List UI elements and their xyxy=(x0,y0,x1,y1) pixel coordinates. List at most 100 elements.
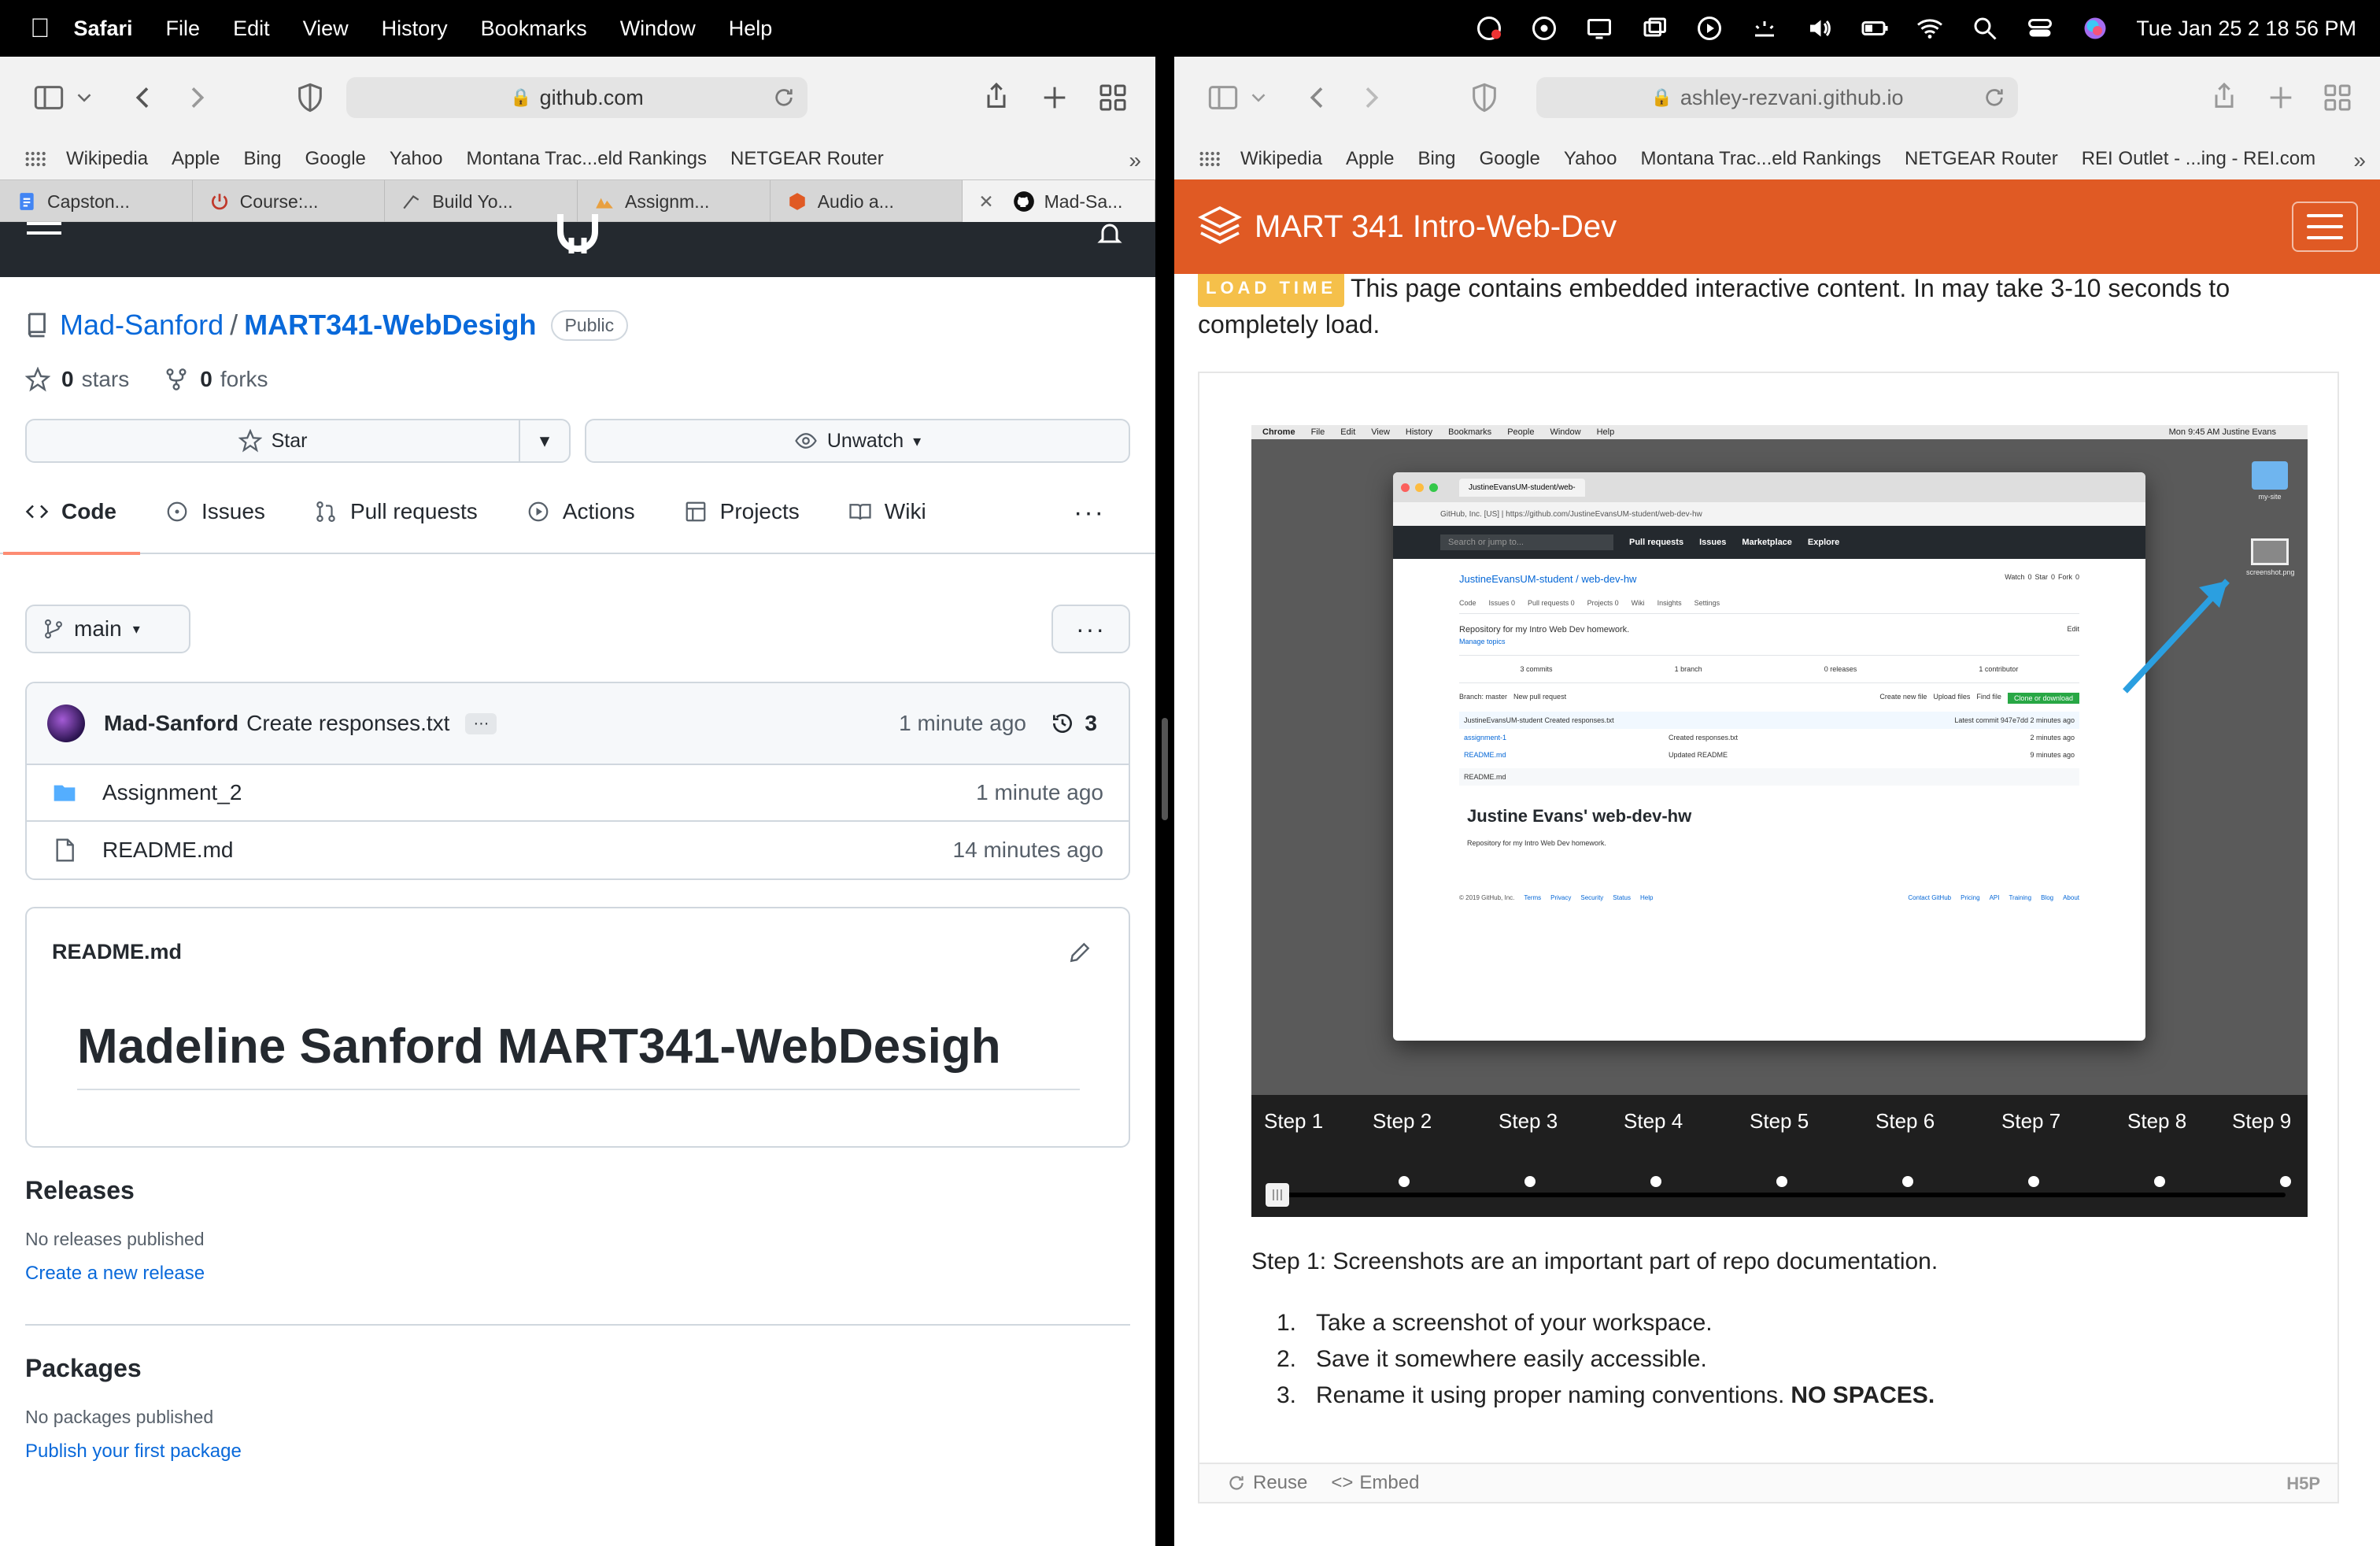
spotlight-search-icon[interactable] xyxy=(1971,14,1999,43)
slider-step-label[interactable]: Step 6 xyxy=(1876,1109,1935,1134)
menu-help[interactable]: Help xyxy=(729,17,773,41)
favorite-link[interactable]: Google xyxy=(305,148,365,170)
tab-overview-icon[interactable] xyxy=(2320,80,2355,115)
file-row[interactable]: Assignment_2 1 minute ago xyxy=(27,765,1129,822)
notifications-bell-icon[interactable] xyxy=(1096,220,1124,249)
file-name[interactable]: README.md xyxy=(102,838,233,863)
forward-icon[interactable] xyxy=(179,80,214,115)
tab-code[interactable]: Code xyxy=(3,470,140,555)
tab-issues[interactable]: Issues xyxy=(165,470,265,553)
star-button[interactable]: Star ▾ xyxy=(25,419,571,463)
favorite-link[interactable]: NETGEAR Router xyxy=(730,148,884,170)
commit-history-link[interactable]: 3 xyxy=(1050,711,1097,736)
favorite-link[interactable]: Yahoo xyxy=(1564,148,1617,170)
close-tab-icon[interactable]: ✕ xyxy=(978,191,993,213)
slider-step-label[interactable]: Step 1 xyxy=(1264,1109,1323,1134)
slider-track[interactable] xyxy=(1272,1193,2286,1197)
favorite-link[interactable]: Yahoo xyxy=(390,148,443,170)
releases-title[interactable]: Releases xyxy=(25,1176,1130,1205)
tab-wiki[interactable]: Wiki xyxy=(848,470,926,553)
file-name[interactable]: Assignment_2 xyxy=(102,780,242,805)
display-icon[interactable] xyxy=(1585,14,1613,43)
battery-icon[interactable] xyxy=(1861,14,1889,43)
slider-step-dot[interactable] xyxy=(1524,1176,1536,1187)
commit-message[interactable]: Create responses.txt xyxy=(246,711,449,736)
new-tab-icon[interactable] xyxy=(2264,80,2298,115)
favorite-link[interactable]: Wikipedia xyxy=(1240,148,1322,170)
privacy-shield-icon[interactable] xyxy=(1467,80,1502,115)
favorite-link[interactable]: Apple xyxy=(1346,148,1394,170)
browser-tab[interactable]: Course:... xyxy=(193,180,386,223)
stack-logo-icon[interactable] xyxy=(1196,203,1244,250)
forward-icon[interactable] xyxy=(1354,80,1388,115)
wifi-icon[interactable] xyxy=(1916,14,1944,43)
site-menu-button[interactable] xyxy=(2292,202,2358,252)
commit-expand-button[interactable]: ··· xyxy=(465,712,497,734)
back-icon[interactable] xyxy=(126,80,161,115)
favorite-link[interactable]: NETGEAR Router xyxy=(1905,148,2058,170)
slider-step-dot[interactable] xyxy=(1650,1176,1661,1187)
stars-stat[interactable]: 0 stars xyxy=(25,367,129,392)
star-dropdown-caret-icon[interactable]: ▾ xyxy=(519,420,569,461)
address-bar[interactable]: 🔒 github.com xyxy=(346,77,808,118)
new-tab-icon[interactable] xyxy=(1037,80,1072,115)
slider-step-dot[interactable] xyxy=(1776,1176,1787,1187)
repo-name-link[interactable]: MART341-WebDesigh xyxy=(244,309,536,342)
packages-title[interactable]: Packages xyxy=(25,1354,1130,1383)
tab-actions[interactable]: Actions xyxy=(527,470,635,553)
favorite-link[interactable]: Bing xyxy=(1417,148,1455,170)
reload-icon[interactable] xyxy=(1982,85,2007,110)
siri-icon[interactable] xyxy=(2081,14,2109,43)
favorite-link[interactable]: Wikipedia xyxy=(66,148,148,170)
favorites-grid-icon[interactable] xyxy=(24,148,46,170)
favorite-link[interactable]: Apple xyxy=(172,148,220,170)
code-menu-button[interactable]: ··· xyxy=(1051,605,1130,653)
publish-package-link[interactable]: Publish your first package xyxy=(25,1441,242,1462)
chevron-down-icon[interactable] xyxy=(1247,80,1270,115)
favorite-link[interactable]: Bing xyxy=(243,148,281,170)
github-logo-icon[interactable] xyxy=(551,214,604,253)
share-icon[interactable] xyxy=(979,79,1014,113)
sidebar-toggle-icon[interactable] xyxy=(31,80,66,115)
slider-step-dot[interactable] xyxy=(2280,1176,2291,1187)
screen-mirroring-icon[interactable] xyxy=(1640,14,1669,43)
sidebar-toggle-icon[interactable] xyxy=(1206,80,1240,115)
create-release-link[interactable]: Create a new release xyxy=(25,1263,205,1284)
play-icon[interactable] xyxy=(1695,14,1724,43)
browser-tab[interactable]: Capston... xyxy=(0,180,193,223)
volume-icon[interactable] xyxy=(1805,14,1834,43)
favorites-overflow-icon[interactable]: » xyxy=(2353,148,2366,173)
favorite-link[interactable]: Google xyxy=(1479,148,1539,170)
slider-step-dot[interactable] xyxy=(2028,1176,2039,1187)
commit-time[interactable]: 1 minute ago xyxy=(899,711,1026,736)
favorites-overflow-icon[interactable]: » xyxy=(1129,148,1141,173)
browser-tab-active[interactable]: ✕ Mad-Sa... xyxy=(963,180,1155,223)
menu-history[interactable]: History xyxy=(382,17,448,41)
avatar[interactable] xyxy=(47,705,85,742)
commit-author[interactable]: Mad-Sanford xyxy=(104,711,238,736)
favorite-link[interactable]: Montana Trac...eld Rankings xyxy=(467,148,708,170)
split-view-divider[interactable] xyxy=(1155,57,1174,1546)
slider-step-dot[interactable] xyxy=(1399,1176,1410,1187)
slider-step-dot[interactable] xyxy=(2154,1176,2165,1187)
favorites-grid-icon[interactable] xyxy=(1198,148,1220,170)
sync-icon[interactable] xyxy=(1530,14,1558,43)
hamburger-menu-icon[interactable] xyxy=(27,222,61,239)
chevron-down-icon[interactable] xyxy=(72,80,96,115)
brightness-icon[interactable] xyxy=(1750,14,1779,43)
slider-step-dot[interactable] xyxy=(1902,1176,1913,1187)
address-bar[interactable]: 🔒 ashley-rezvani.github.io xyxy=(1536,77,2018,118)
repo-owner-link[interactable]: Mad-Sanford xyxy=(60,309,224,342)
split-view-handle[interactable] xyxy=(1162,718,1168,820)
control-center-icon[interactable] xyxy=(2026,14,2054,43)
menu-bookmarks[interactable]: Bookmarks xyxy=(481,17,587,41)
apple-menu-icon[interactable]:  xyxy=(30,13,50,44)
tab-pull-requests[interactable]: Pull requests xyxy=(314,470,478,553)
browser-tab[interactable]: Build Yo... xyxy=(385,180,578,223)
slider-step-label[interactable]: Step 7 xyxy=(2001,1109,2060,1134)
menu-app-name[interactable]: Safari xyxy=(74,17,133,41)
slider-handle[interactable] xyxy=(1266,1183,1289,1207)
reload-icon[interactable] xyxy=(771,85,796,110)
pencil-edit-icon[interactable] xyxy=(1067,940,1092,965)
file-row[interactable]: README.md 14 minutes ago xyxy=(27,822,1129,878)
